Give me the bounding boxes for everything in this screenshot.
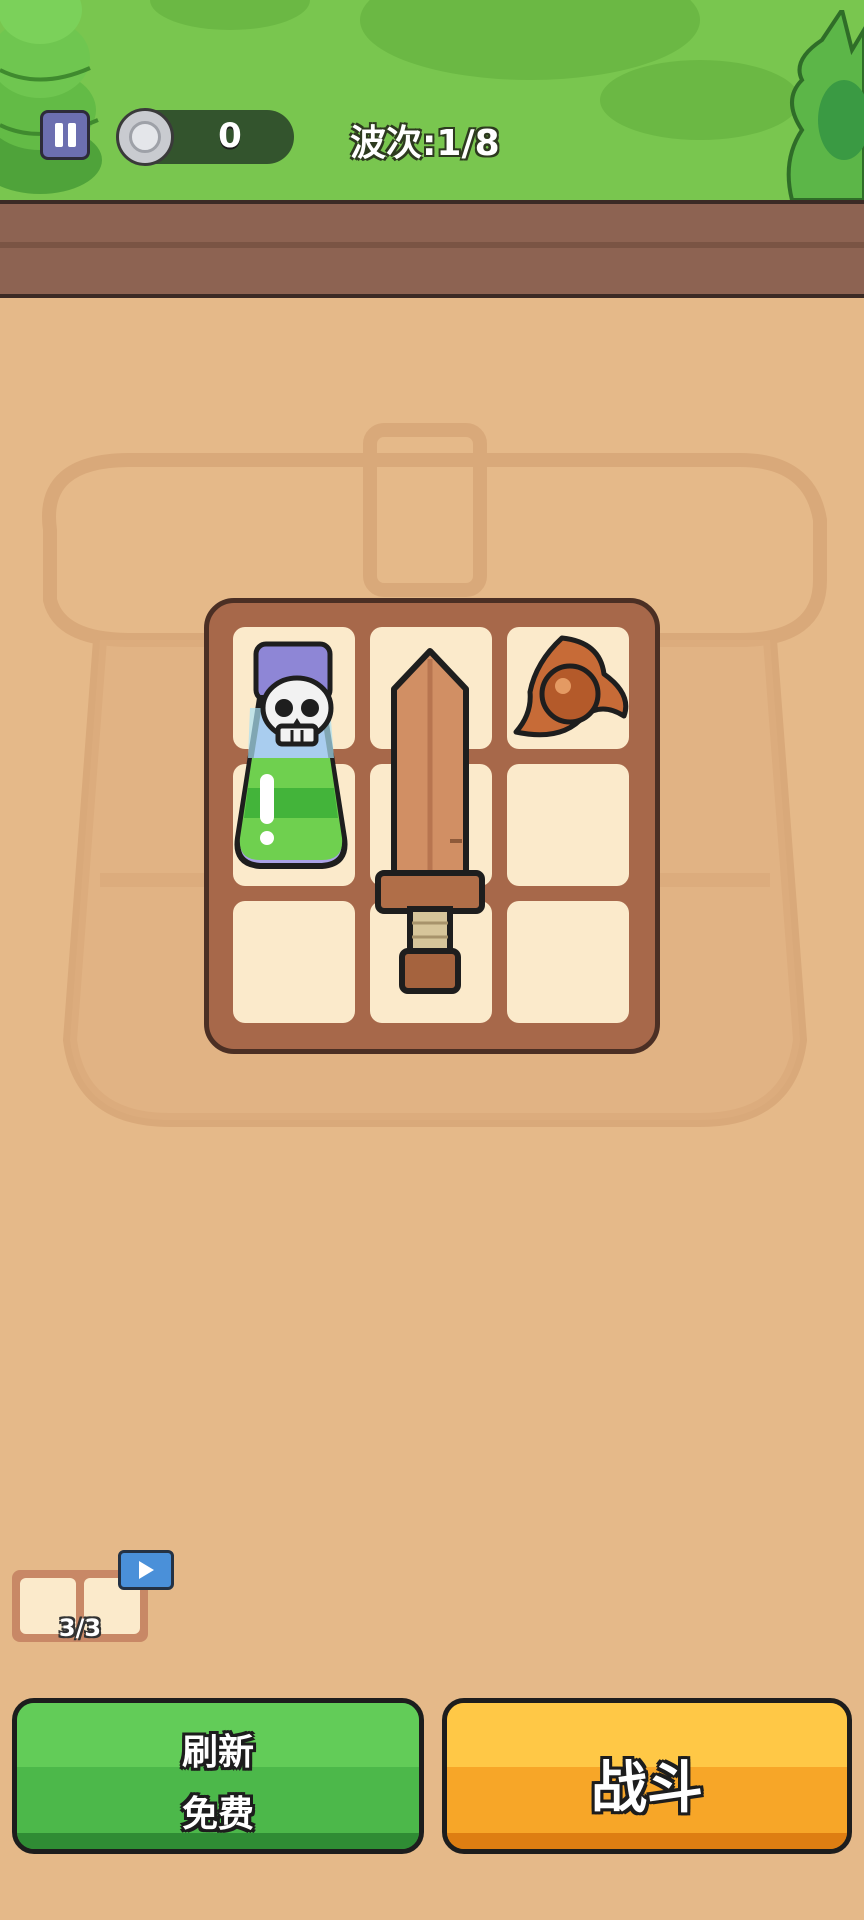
grid-cell[interactable]: [507, 901, 629, 1023]
pause-button[interactable]: [40, 110, 90, 160]
poison-potion-icon[interactable]: [226, 638, 356, 878]
game-top-background: [0, 0, 864, 200]
bush-icon: [786, 10, 864, 200]
coin-icon: [116, 108, 174, 166]
pause-icon: [55, 123, 63, 147]
wave-label: 波次:1/8: [350, 123, 500, 164]
shuriken-icon[interactable]: [508, 632, 632, 744]
coin-count: 0: [218, 116, 242, 156]
wooden-fence: [0, 200, 864, 298]
fight-button[interactable]: 战斗: [442, 1698, 852, 1854]
video-ad-icon[interactable]: [118, 1550, 174, 1590]
fight-label: 战斗: [591, 1756, 703, 1821]
refresh-label: 刷新: [181, 1732, 254, 1773]
refresh-button[interactable]: 刷新 免费: [12, 1698, 424, 1854]
wooden-sword-icon[interactable]: [370, 645, 490, 1005]
grid-cell[interactable]: [233, 901, 355, 1023]
bench-count: 3/3: [58, 1614, 102, 1642]
refresh-cost-label: 免费: [181, 1794, 254, 1835]
grid-cell[interactable]: [507, 764, 629, 886]
tree-icon: [0, 0, 102, 194]
